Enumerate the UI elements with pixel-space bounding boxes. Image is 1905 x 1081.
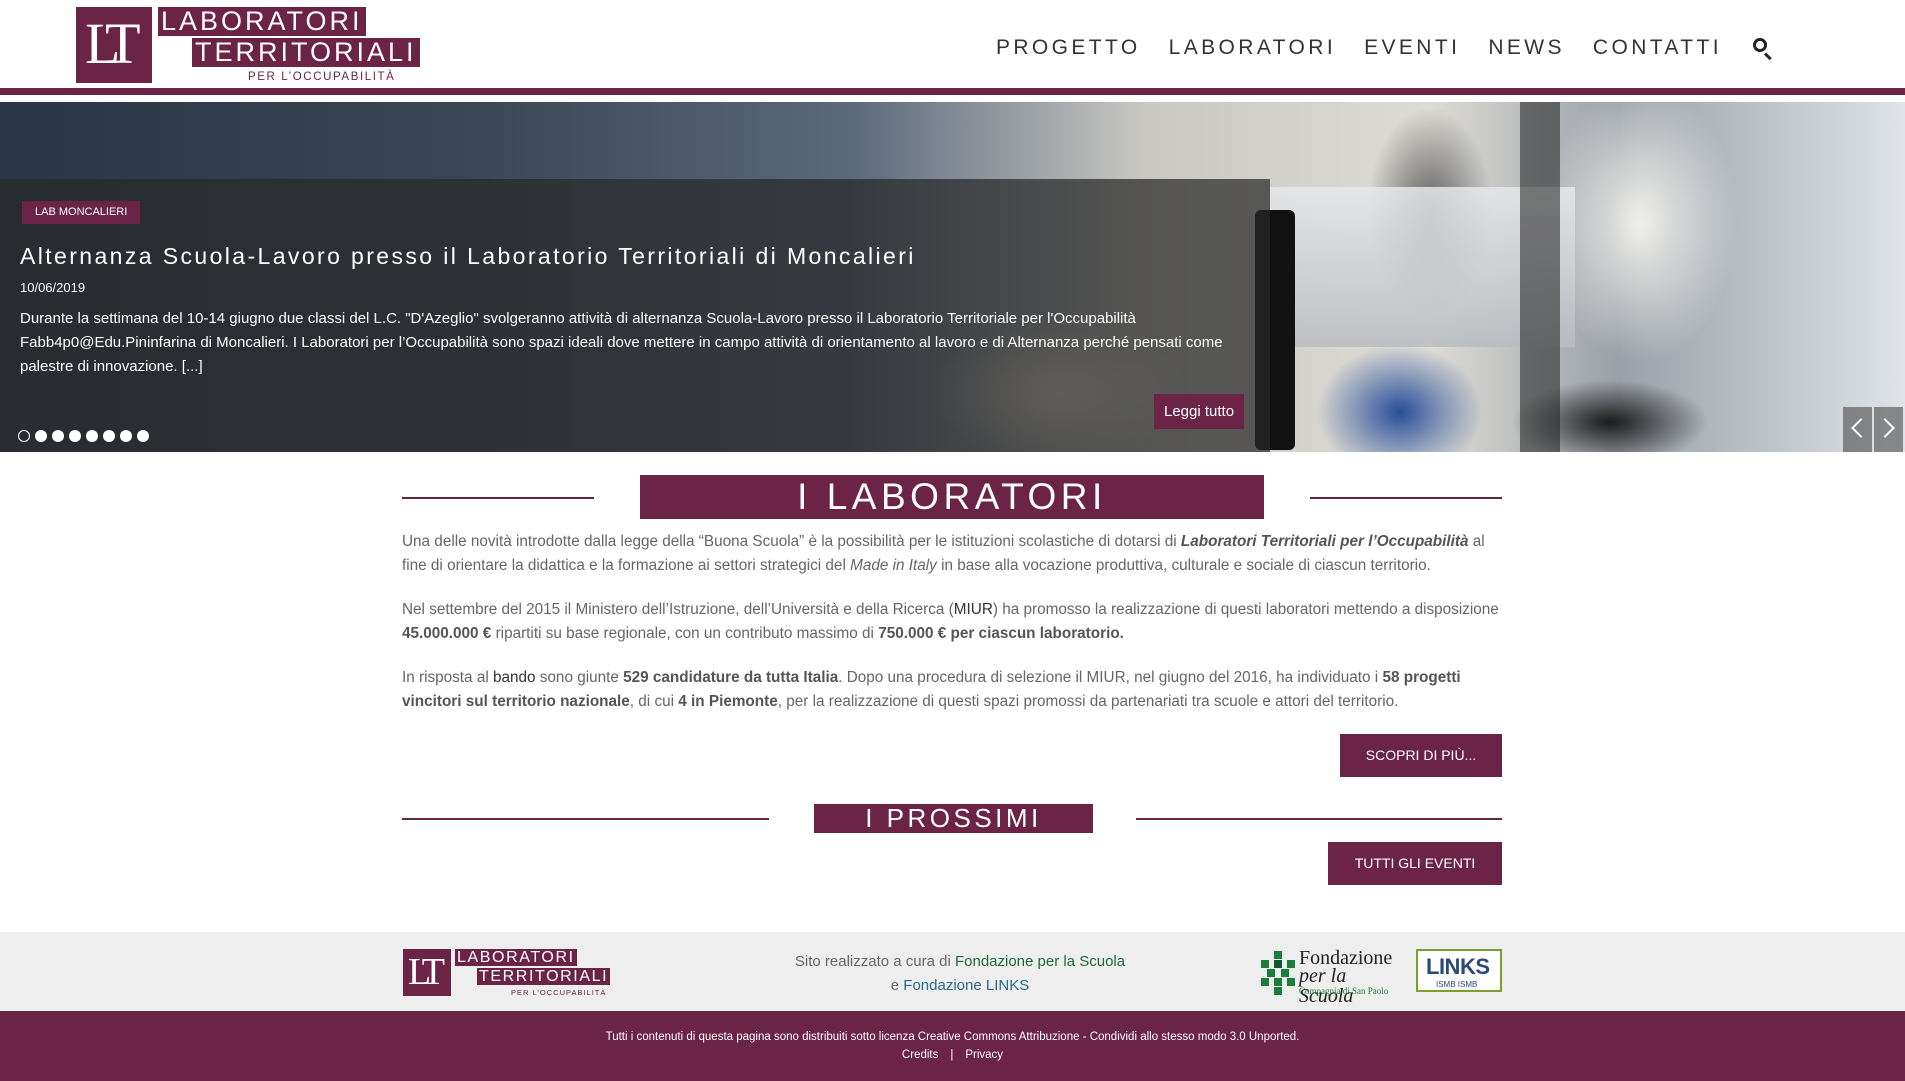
links-logo[interactable]: LINKS ISMB ISMB [1416, 949, 1502, 992]
checkerboard-icon [1261, 951, 1295, 995]
slider-dot[interactable] [69, 430, 81, 442]
slider-dot[interactable] [35, 430, 47, 442]
intro-paragraph: Una delle novità introdotte dalla legge … [402, 533, 1485, 574]
section-heading-eventi: I PROSSIMI EVENTI [402, 804, 1502, 862]
privacy-link[interactable]: Privacy [965, 1049, 1003, 1061]
bando-link[interactable]: bando [493, 669, 536, 686]
nav-item-laboratori[interactable]: LABORATORI [1169, 36, 1336, 60]
heading-divider [402, 497, 594, 499]
slider-dot[interactable] [120, 430, 132, 442]
nav-item-eventi[interactable]: EVENTI [1364, 36, 1460, 60]
site-logo[interactable]: LT LABORATORI TERRITORIALI PER L’OCCUPAB… [76, 7, 420, 85]
chevron-right-icon[interactable] [1874, 407, 1903, 452]
logo-title-line2: TERRITORIALI [477, 968, 611, 985]
slide-date: 10/06/2019 [20, 280, 86, 295]
slide-title[interactable]: Alternanza Scuola-Lavoro presso il Labor… [20, 243, 916, 270]
logo-title-line1: LABORATORI [158, 7, 366, 36]
logo-title-line1: LABORATORI [455, 949, 577, 966]
chevron-left-icon[interactable] [1843, 407, 1872, 452]
intro-content: Una delle novità introdotte dalla legge … [402, 530, 1502, 734]
footer-links: Credits | Privacy [0, 1049, 1905, 1061]
footer-logo[interactable]: LT LABORATORI TERRITORIALI PER L’OCCUPAB… [403, 949, 615, 997]
slider-dot[interactable] [137, 430, 149, 442]
slide-caption: LAB MONCALIERI Alternanza Scuola-Lavoro … [0, 179, 1270, 452]
category-tag[interactable]: LAB MONCALIERI [22, 201, 141, 224]
fondazione-scuola-logo[interactable]: Fondazione per la Scuola Compagnia di Sa… [1261, 948, 1401, 1006]
hero-image-shadow [1520, 102, 1560, 452]
heading-divider [1310, 497, 1502, 499]
logo-title-line2: TERRITORIALI [192, 38, 420, 67]
all-events-button[interactable]: TUTTI GLI EVENTI [1328, 842, 1502, 885]
footer-credit: Sito realizzato a cura di Fondazione per… [794, 953, 1126, 994]
section-title: I LABORATORI TERRITORIALI [640, 475, 1264, 561]
hero-slider: LAB MONCALIERI Alternanza Scuola-Lavoro … [0, 102, 1905, 452]
intro-paragraph: Nel settembre del 2015 il Ministero dell… [402, 601, 1499, 642]
logo-mark: LT [76, 7, 152, 83]
slider-pagination [18, 430, 149, 442]
site-footer: LT LABORATORI TERRITORIALI PER L’OCCUPAB… [0, 932, 1905, 1011]
section-title: I PROSSIMI EVENTI [814, 804, 1093, 862]
logo-tagline: PER L’OCCUPABILITÀ [248, 71, 396, 83]
logo-tagline: PER L’OCCUPABILITÀ [511, 988, 607, 997]
read-more-button[interactable]: Leggi tutto [1154, 394, 1245, 429]
link-separator: | [950, 1049, 954, 1061]
license-text: Tutti i contenuti di questa pagina sono … [605, 1031, 1300, 1043]
fondazione-links-link[interactable]: Fondazione LINKS [903, 977, 1029, 994]
slider-dot[interactable] [86, 430, 98, 442]
credits-link[interactable]: Credits [902, 1049, 938, 1061]
slider-dot[interactable] [18, 430, 30, 442]
site-header: LT LABORATORI TERRITORIALI PER L’OCCUPAB… [0, 0, 1905, 95]
search-icon[interactable] [1752, 37, 1774, 61]
slider-dot[interactable] [52, 430, 64, 442]
nav-item-news[interactable]: NEWS [1488, 36, 1565, 60]
heading-divider [1136, 817, 1502, 820]
section-heading-laboratori: I LABORATORI TERRITORIALI [402, 475, 1502, 561]
intro-paragraph: In risposta al bando sono giunte 529 can… [402, 669, 1461, 710]
fondazione-scuola-link[interactable]: Fondazione per la Scuola [955, 953, 1125, 970]
discover-more-button[interactable]: SCOPRI DI PIÙ... [1340, 734, 1502, 777]
license-bar: Tutti i contenuti di questa pagina sono … [0, 1011, 1905, 1081]
nav-item-contatti[interactable]: CONTATTI [1593, 36, 1722, 60]
heading-divider [402, 817, 769, 820]
nav-item-progetto[interactable]: PROGETTO [996, 36, 1141, 60]
slide-excerpt: Durante la settimana del 10-14 giugno du… [20, 310, 1223, 375]
logo-mark: LT [403, 949, 451, 996]
main-nav: PROGETTO LABORATORI EVENTI NEWS CONTATTI [968, 36, 1774, 61]
logo-initials: LT [85, 11, 140, 76]
slider-dot[interactable] [103, 430, 115, 442]
